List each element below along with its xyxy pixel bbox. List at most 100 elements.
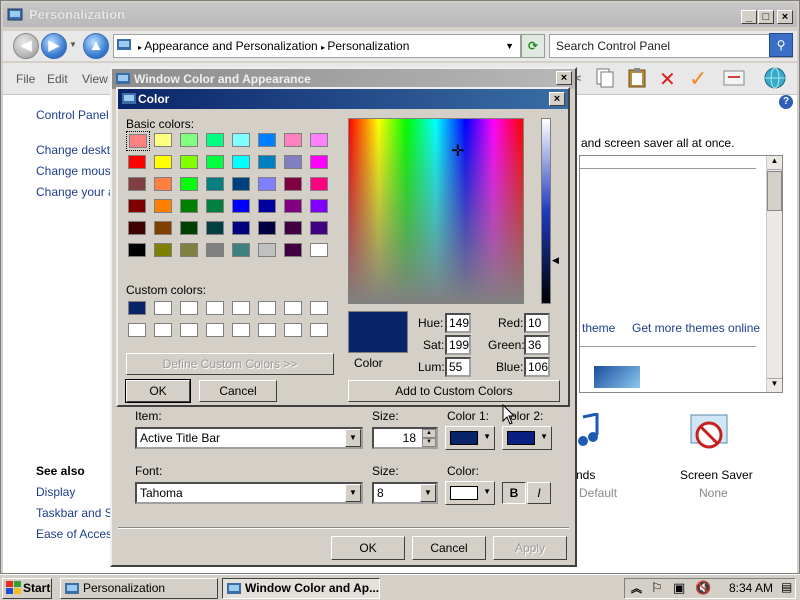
custom-color-0-1[interactable] (152, 299, 176, 319)
color-titlebar[interactable]: Color (118, 89, 568, 109)
show-hidden-icons[interactable]: ︽ (631, 580, 642, 596)
font-color-button[interactable]: ▼ (445, 481, 495, 505)
search-input[interactable]: Search Control Panel (549, 34, 793, 58)
basic-color-4-4[interactable] (230, 219, 254, 239)
ease-of-access-link[interactable]: Ease of Access (36, 527, 118, 541)
basic-color-5-6[interactable] (282, 241, 306, 261)
basic-color-3-3[interactable] (204, 197, 228, 217)
basic-color-1-7[interactable] (308, 153, 332, 173)
size-up-icon[interactable]: ▲ (422, 429, 436, 438)
sounds-icon[interactable] (577, 413, 601, 447)
search-icon[interactable]: ⚲ (769, 33, 793, 57)
basic-color-2-1[interactable] (152, 175, 176, 195)
basic-color-0-1[interactable] (152, 131, 176, 151)
basic-color-0-6[interactable] (282, 131, 306, 151)
taskbar-window-color[interactable]: Window Color and Ap... (222, 578, 380, 599)
basic-color-1-0[interactable] (126, 153, 150, 173)
address-box[interactable]: ▸ Appearance and Personalization ▸ Perso… (113, 34, 521, 58)
address-dropdown-icon[interactable]: ▼ (505, 35, 514, 57)
custom-color-1-3[interactable] (204, 321, 228, 341)
color1-button[interactable]: ▼ (445, 426, 495, 450)
menu-view[interactable]: View (82, 72, 108, 86)
custom-color-1-4[interactable] (230, 321, 254, 341)
checkmark-icon[interactable]: ✓ (689, 66, 707, 92)
wca-close-button[interactable]: × (556, 71, 572, 85)
custom-color-1-0[interactable] (126, 321, 150, 341)
breadcrumb-appearance[interactable]: Appearance and Personalization (144, 39, 317, 53)
red-input[interactable]: 10 (524, 313, 550, 333)
basic-color-1-3[interactable] (204, 153, 228, 173)
paste-icon[interactable] (627, 67, 647, 89)
wca-cancel-button[interactable]: Cancel (412, 536, 486, 560)
color-cancel-button[interactable]: Cancel (199, 380, 277, 402)
wca-ok-button[interactable]: OK (331, 536, 405, 560)
custom-color-0-2[interactable] (178, 299, 202, 319)
custom-color-0-7[interactable] (308, 299, 332, 319)
menu-edit[interactable]: Edit (47, 72, 68, 86)
basic-color-5-1[interactable] (152, 241, 176, 261)
clock[interactable]: 8:34 AM (729, 581, 773, 595)
start-button[interactable]: Start (2, 578, 52, 599)
green-input[interactable]: 36 (524, 335, 550, 355)
custom-color-0-5[interactable] (256, 299, 280, 319)
globe-icon[interactable] (763, 67, 787, 89)
network-icon[interactable]: ▣ (673, 580, 685, 596)
luminosity-pointer-icon[interactable]: ◀ (552, 255, 559, 266)
basic-color-4-5[interactable] (256, 219, 280, 239)
basic-color-0-2[interactable] (178, 131, 202, 151)
screen-saver-icon[interactable] (687, 413, 733, 457)
basic-color-1-1[interactable] (152, 153, 176, 173)
help-icon[interactable]: ? (779, 95, 793, 109)
forward-button[interactable]: ▶ (41, 33, 67, 59)
basic-color-1-4[interactable] (230, 153, 254, 173)
custom-color-1-6[interactable] (282, 321, 306, 341)
up-button[interactable]: ▲ (83, 33, 109, 59)
basic-color-3-5[interactable] (256, 197, 280, 217)
basic-color-3-7[interactable] (308, 197, 332, 217)
basic-color-0-3[interactable] (204, 131, 228, 151)
delete-icon[interactable]: ✕ (659, 67, 676, 92)
custom-color-1-2[interactable] (178, 321, 202, 341)
basic-color-0-0[interactable] (126, 131, 150, 151)
theme-scrollbar[interactable]: ▲ ▼ (766, 156, 782, 392)
basic-color-2-5[interactable] (256, 175, 280, 195)
basic-color-2-0[interactable] (126, 175, 150, 195)
basic-color-2-7[interactable] (308, 175, 332, 195)
basic-color-2-4[interactable] (230, 175, 254, 195)
display-link[interactable]: Display (36, 485, 75, 499)
item-select[interactable]: Active Title Bar ▼ (135, 427, 363, 449)
lum-input[interactable]: 55 (445, 357, 471, 377)
basic-color-5-4[interactable] (230, 241, 254, 261)
custom-color-0-3[interactable] (204, 299, 228, 319)
minimize-button[interactable]: _ (741, 10, 757, 24)
basic-color-4-1[interactable] (152, 219, 176, 239)
basic-color-1-5[interactable] (256, 153, 280, 173)
wca-titlebar[interactable]: Window Color and Appearance (112, 69, 575, 89)
basic-color-5-3[interactable] (204, 241, 228, 261)
bold-toggle[interactable]: B (502, 482, 526, 504)
wca-apply-button[interactable]: Apply (493, 536, 567, 560)
font-size-select[interactable]: 8 ▼ (372, 482, 438, 504)
italic-toggle[interactable]: I (527, 482, 551, 504)
custom-color-0-4[interactable] (230, 299, 254, 319)
custom-color-1-7[interactable] (308, 321, 332, 341)
basic-color-5-0[interactable] (126, 241, 150, 261)
theme-link[interactable]: theme (582, 321, 615, 335)
size-spinner[interactable]: 18 ▲ ▼ (372, 427, 438, 449)
basic-color-4-6[interactable] (282, 219, 306, 239)
tray-extra-icon[interactable]: ▤ (781, 580, 792, 594)
back-button[interactable]: ◀ (13, 33, 39, 59)
explorer-titlebar[interactable]: Personalization (3, 3, 797, 27)
basic-color-2-3[interactable] (204, 175, 228, 195)
add-to-custom-colors-button[interactable]: Add to Custom Colors (348, 380, 560, 402)
basic-color-1-2[interactable] (178, 153, 202, 173)
font-dropdown-icon[interactable]: ▼ (345, 484, 361, 502)
basic-color-3-4[interactable] (230, 197, 254, 217)
properties-icon[interactable] (723, 69, 745, 87)
color-spectrum[interactable]: ✛ (348, 118, 524, 304)
basic-color-3-2[interactable] (178, 197, 202, 217)
basic-color-4-7[interactable] (308, 219, 332, 239)
control-panel-home-link[interactable]: Control Panel H (36, 108, 121, 122)
flag-icon[interactable]: ⚐ (651, 580, 663, 596)
basic-color-2-2[interactable] (178, 175, 202, 195)
